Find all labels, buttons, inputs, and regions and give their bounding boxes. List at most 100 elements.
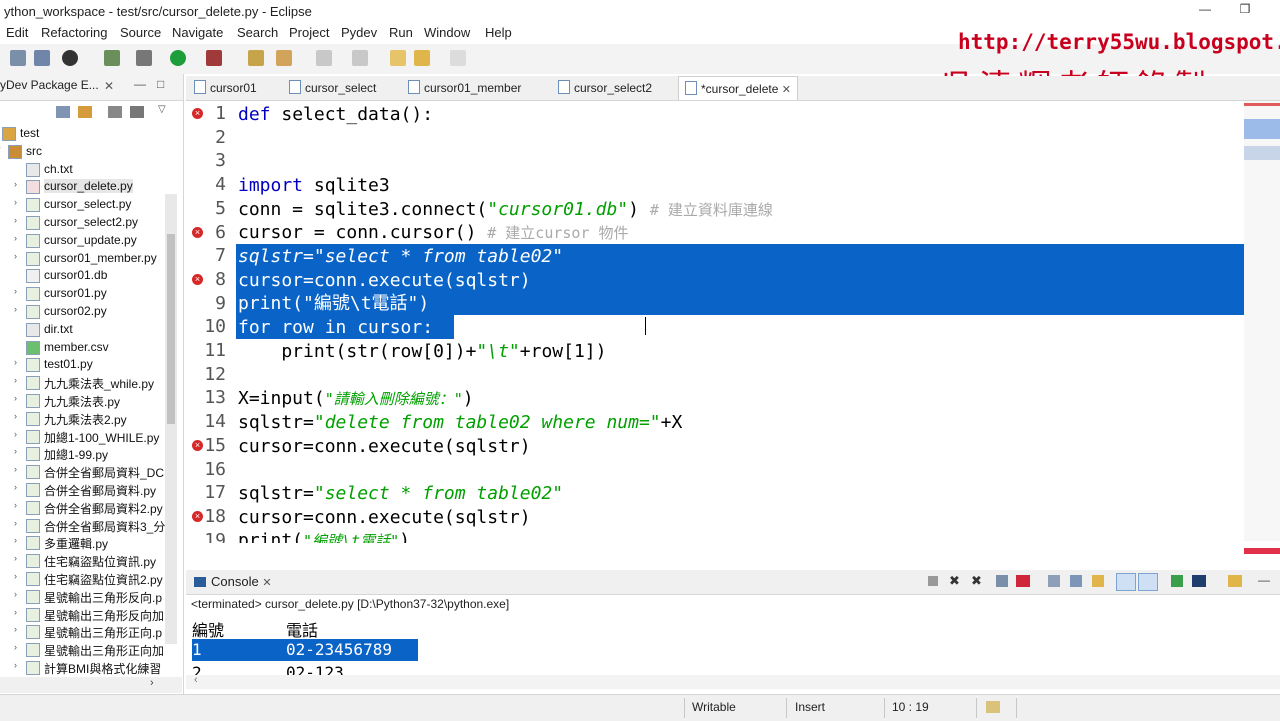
chevron-right-icon[interactable]: › (14, 393, 17, 403)
menu-source[interactable]: Source (120, 25, 161, 40)
tree-item[interactable]: › 星號輸出三角形反向加 (0, 605, 170, 623)
link-editor-icon[interactable] (78, 106, 92, 118)
tree-item[interactable]: › 多重邏輯.py (0, 533, 170, 551)
tree-item[interactable]: › 住宅竊盜點位資訊.py (0, 551, 170, 569)
filter-icon[interactable] (130, 106, 144, 118)
tree-item[interactable]: › 星號輸出三角形正向加 (0, 640, 170, 658)
chevron-right-icon[interactable]: › (14, 304, 17, 314)
tree-item[interactable]: ch.txt (0, 160, 170, 178)
minimize-view-icon[interactable]: — (134, 77, 146, 91)
close-icon[interactable]: ✕ (262, 577, 271, 589)
menu-edit[interactable]: Edit (6, 25, 28, 40)
new-icon[interactable] (10, 50, 26, 66)
tree-item[interactable]: member.csv (0, 338, 170, 356)
horizontal-scrollbar[interactable]: › (0, 677, 182, 693)
word-wrap-icon[interactable] (1092, 575, 1104, 587)
tree-item[interactable]: › 合併全省郵局資料_DC (0, 462, 170, 480)
chevron-right-icon[interactable]: › (14, 500, 17, 510)
pin-console-icon[interactable] (1171, 575, 1183, 587)
collapse-all-icon[interactable] (56, 106, 70, 118)
show-stderr-icon[interactable] (1138, 573, 1158, 591)
vertical-scrollbar[interactable] (165, 194, 177, 644)
tree-item[interactable]: dir.txt (0, 320, 170, 338)
build-icon[interactable] (104, 50, 120, 66)
chevron-down-icon[interactable]: ▾ (0, 144, 1, 155)
error-icon[interactable]: × (192, 108, 203, 119)
back-icon[interactable] (414, 50, 430, 66)
tree-item[interactable]: › cursor01_member.py (0, 249, 170, 267)
maximize-view-icon[interactable]: □ (157, 77, 164, 91)
chevron-right-icon[interactable]: › (14, 464, 17, 474)
console-output[interactable]: <terminated> cursor_delete.py [D:\Python… (186, 595, 1280, 690)
next-annotation-icon[interactable] (316, 50, 332, 66)
settings-icon[interactable] (62, 50, 78, 66)
tree-item[interactable]: › 星號輸出三角形反向.p (0, 587, 170, 605)
terminate-icon[interactable] (928, 576, 938, 586)
forward-icon[interactable] (450, 50, 466, 66)
tab-console[interactable]: Console ✕ (194, 574, 272, 589)
tree-item[interactable]: › cursor_select.py (0, 195, 170, 213)
show-stdout-icon[interactable] (1116, 573, 1136, 591)
scroll-lock-icon[interactable] (1070, 575, 1082, 587)
menu-navigate[interactable]: Navigate (172, 25, 223, 40)
menu-pydev[interactable]: Pydev (341, 25, 377, 40)
tree-item[interactable]: › 加總1-99.py (0, 444, 170, 462)
overview-ruler[interactable] (1244, 101, 1280, 552)
menu-project[interactable]: Project (289, 25, 329, 40)
error-icon[interactable]: × (192, 439, 203, 451)
last-edit-icon[interactable] (390, 50, 406, 66)
save-icon[interactable] (34, 50, 50, 66)
chevron-right-icon[interactable]: › (14, 571, 17, 581)
chevron-right-icon[interactable]: › (150, 677, 154, 689)
horizontal-scrollbar[interactable]: ‹ (186, 674, 1280, 689)
chevron-right-icon[interactable]: › (14, 446, 17, 456)
tree-item[interactable]: › test01.py (0, 355, 170, 373)
chevron-right-icon[interactable]: › (14, 429, 17, 439)
open-type-icon[interactable] (248, 50, 264, 66)
focus-icon[interactable] (108, 106, 122, 118)
search-icon[interactable] (276, 50, 292, 66)
open-console-icon[interactable] (1228, 575, 1242, 587)
clear-console-icon[interactable] (1048, 575, 1060, 587)
tree-item[interactable]: ▾ src (0, 142, 170, 160)
minimize-icon[interactable]: — (1193, 2, 1217, 20)
tree-item[interactable]: cursor01.db (0, 266, 170, 284)
tree-item[interactable]: › 合併全省郵局資料.py (0, 480, 170, 498)
menu-run[interactable]: Run (389, 25, 413, 40)
remove-all-icon[interactable]: ✖ (971, 573, 982, 589)
debug-icon[interactable] (136, 50, 152, 66)
package-explorer-tab[interactable]: yDev Package E... (0, 78, 99, 92)
chevron-right-icon[interactable]: › (14, 233, 17, 243)
close-icon[interactable]: ✕ (782, 84, 791, 96)
tree-item[interactable]: › 星號輸出三角形正向.p (0, 622, 170, 640)
chevron-right-icon[interactable]: › (14, 411, 17, 421)
tree-item[interactable]: › cursor_select2.py (0, 213, 170, 231)
scrollbar-thumb[interactable] (167, 234, 175, 424)
chevron-right-icon[interactable]: › (14, 518, 17, 528)
display-console-icon[interactable] (1192, 575, 1206, 587)
chevron-right-icon[interactable]: › (14, 553, 17, 563)
chevron-right-icon[interactable]: › (14, 251, 17, 261)
error-icon[interactable]: × (192, 273, 203, 285)
tab-cursor01[interactable]: cursor01 (194, 80, 257, 95)
previous-annotation-icon[interactable] (352, 50, 368, 66)
tab-cursor01-member[interactable]: cursor01_member (408, 80, 521, 95)
tree-item[interactable]: › cursor_delete.py (0, 177, 170, 195)
chevron-right-icon[interactable]: › (14, 482, 17, 492)
chevron-right-icon[interactable]: › (14, 179, 17, 189)
tree-item[interactable]: › 九九乘法表_while.py (0, 373, 170, 391)
menu-window[interactable]: Window (424, 25, 470, 40)
code-editor[interactable]: 1 × 2 3 4 5 6 × 7 8 × 9 10 11 12 13 14 15 × 16 17 18 × 19 def s… (186, 101, 1244, 543)
chevron-right-icon[interactable]: › (14, 286, 17, 296)
chevron-right-icon[interactable]: › (14, 642, 17, 652)
tree-item[interactable]: › 九九乘法表.py (0, 391, 170, 409)
tree-item[interactable]: › 住宅竊盜點位資訊2.py (0, 569, 170, 587)
chevron-right-icon[interactable]: › (14, 197, 17, 207)
run-icon[interactable] (170, 50, 186, 66)
settings-icon[interactable] (996, 575, 1008, 587)
tree-item[interactable]: › cursor01.py (0, 284, 170, 302)
tree-item[interactable]: ▾test (0, 124, 170, 142)
tab-cursor-select2[interactable]: cursor_select2 (558, 80, 652, 95)
menu-search[interactable]: Search (237, 25, 278, 40)
tree-item[interactable]: › 合併全省郵局資料2.py (0, 498, 170, 516)
